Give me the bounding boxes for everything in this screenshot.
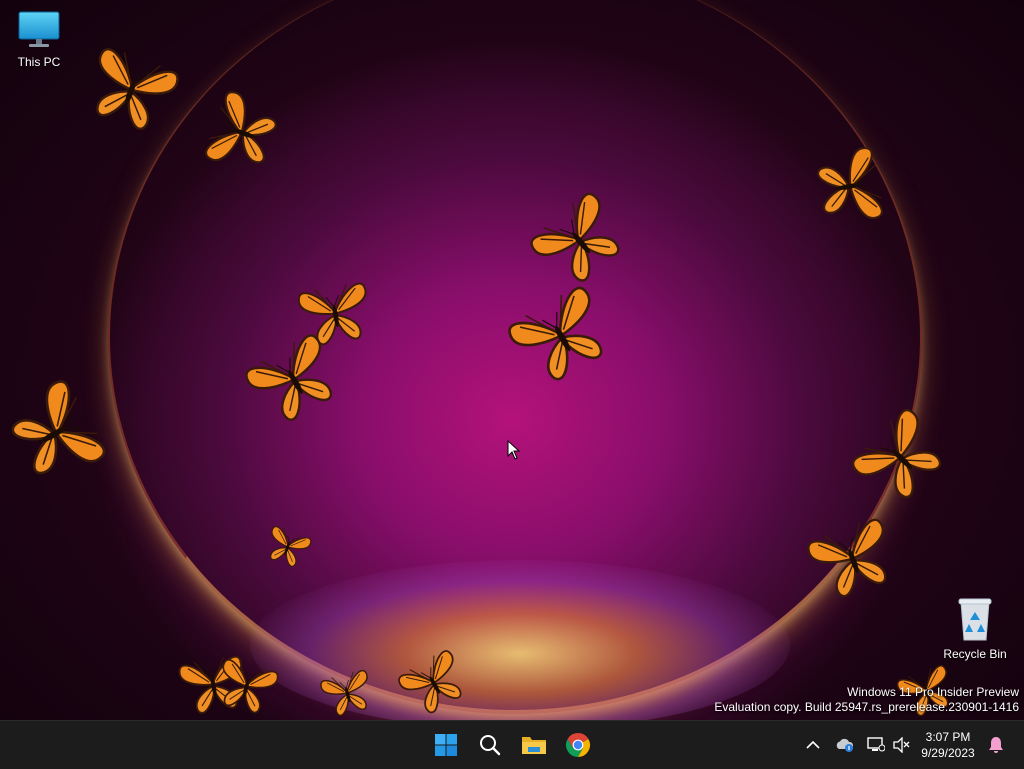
desktop-icon-recycle-bin[interactable]: Recycle Bin [940, 596, 1010, 661]
volume-muted-icon [893, 737, 910, 753]
watermark-line-2: Evaluation copy. Build 25947.rs_prerelea… [714, 700, 1019, 714]
notifications-button[interactable] [986, 735, 1006, 755]
recycle-bin-icon [958, 598, 992, 641]
onedrive-tray-button[interactable] [835, 735, 855, 755]
chevron-up-icon [806, 740, 820, 749]
network-tray-button[interactable] [866, 735, 886, 755]
desktop[interactable]: This PC Recycle Bin Windows 11 Pro Insid… [0, 0, 1024, 720]
search-button[interactable] [472, 727, 508, 763]
desktop-icon-label: This PC [17, 55, 61, 69]
taskbar: 3:07 PM 9/29/2023 [0, 720, 1024, 769]
desktop-icon-this-pc[interactable]: This PC [4, 10, 74, 69]
start-button[interactable] [428, 727, 464, 763]
folder-icon [522, 737, 546, 754]
show-hidden-icons-button[interactable] [803, 735, 823, 755]
search-icon [480, 735, 501, 756]
mouse-cursor-icon [507, 440, 521, 460]
file-explorer-button[interactable] [516, 727, 552, 763]
watermark-line-1: Windows 11 Pro Insider Preview [847, 685, 1019, 699]
computer-monitor-icon [18, 11, 60, 47]
volume-tray-button[interactable] [892, 735, 912, 755]
clock-date: 9/29/2023 [921, 746, 975, 760]
notification-bell-icon [989, 737, 1003, 753]
butterfly-decoration [797, 136, 906, 235]
desktop-icon-label: Recycle Bin [943, 647, 1007, 661]
clock[interactable]: 3:07 PM 9/29/2023 [916, 729, 980, 761]
network-icon [867, 737, 885, 752]
clock-time: 3:07 PM [925, 730, 971, 744]
chrome-icon [565, 733, 591, 757]
butterfly-decoration [0, 361, 129, 503]
chrome-button[interactable] [560, 727, 596, 763]
onedrive-icon [836, 738, 854, 752]
windows-start-icon [435, 734, 457, 756]
evaluation-watermark: Windows 11 Pro Insider Preview Evaluatio… [714, 685, 1019, 715]
